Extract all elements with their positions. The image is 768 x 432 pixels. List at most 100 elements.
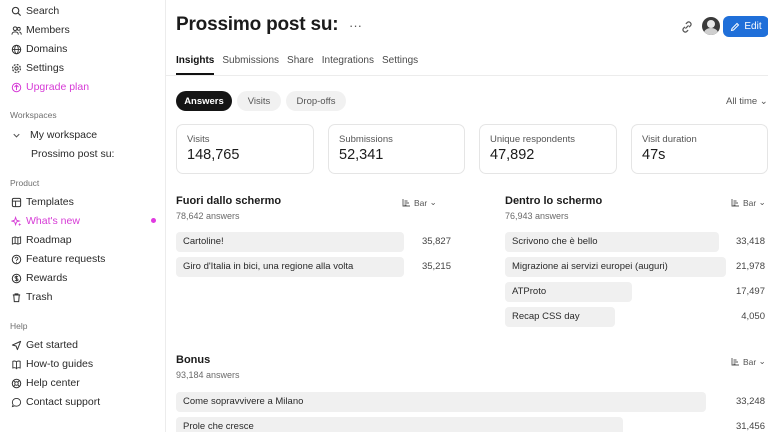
sidebar-item-label: Upgrade plan bbox=[26, 81, 90, 93]
chevron-down-icon bbox=[10, 129, 22, 141]
answer-label: ATProto bbox=[512, 286, 547, 297]
answer-label: Scrivono che è bello bbox=[512, 236, 598, 247]
workspace-name: My workspace bbox=[30, 129, 98, 141]
stat-card-submissions: Submissions 52,341 bbox=[328, 124, 465, 174]
search-icon bbox=[10, 5, 22, 17]
stat-label: Visits bbox=[187, 134, 210, 145]
sidebar-item-label: How-to guides bbox=[26, 358, 94, 370]
product-section-label: Product bbox=[10, 178, 40, 188]
tab-insights[interactable]: Insights bbox=[176, 55, 215, 75]
sidebar-item-search[interactable]: Search bbox=[10, 2, 59, 20]
sidebar-item-upgrade-plan[interactable]: Upgrade plan bbox=[10, 78, 89, 96]
chart-type-select[interactable]: Bar ⌄ bbox=[731, 356, 766, 367]
form-name: Prossimo post su: bbox=[31, 148, 115, 160]
sidebar-item-label: Roadmap bbox=[26, 234, 72, 246]
sidebar-item-roadmap[interactable]: Roadmap bbox=[10, 231, 72, 249]
stat-label: Submissions bbox=[339, 134, 393, 145]
sidebar-item-feature-requests[interactable]: Feature requests bbox=[10, 250, 105, 268]
tab-settings[interactable]: Settings bbox=[382, 55, 418, 75]
book-icon bbox=[10, 358, 22, 370]
upgrade-icon bbox=[10, 81, 22, 93]
filter-drop-offs[interactable]: Drop-offs bbox=[286, 91, 346, 111]
sidebar-item-label: What's new bbox=[26, 215, 80, 227]
answer-count: 21,978 bbox=[735, 261, 765, 272]
tab-submissions[interactable]: Submissions bbox=[222, 55, 279, 75]
sidebar-form-item[interactable]: Prossimo post su: bbox=[31, 145, 114, 163]
answer-row: Come sopravvivere a Milano 33,248 bbox=[176, 392, 765, 412]
sidebar-item-whats-new[interactable]: What's new bbox=[10, 212, 80, 230]
answer-count: 4,050 bbox=[741, 311, 765, 322]
tab-share[interactable]: Share bbox=[287, 55, 314, 75]
gear-icon bbox=[10, 62, 22, 74]
tab-divider bbox=[166, 75, 768, 76]
stat-value: 148,765 bbox=[187, 147, 240, 163]
stat-label: Visit duration bbox=[642, 134, 697, 145]
question-answer-count: 93,184 answers bbox=[176, 370, 240, 380]
tab-bar: Insights Submissions Share Integrations … bbox=[176, 55, 426, 75]
answer-count: 17,497 bbox=[735, 286, 765, 297]
lightbulb-icon bbox=[10, 253, 22, 265]
sidebar-item-trash[interactable]: Trash bbox=[10, 288, 52, 306]
sidebar-item-label: Domains bbox=[26, 43, 68, 55]
help-section-label: Help bbox=[10, 321, 28, 331]
question-answer-count: 76,943 answers bbox=[505, 211, 569, 221]
time-range-select[interactable]: All time ⌄ bbox=[726, 96, 768, 107]
edit-button[interactable]: Edit bbox=[723, 16, 768, 37]
new-indicator-dot bbox=[151, 218, 156, 223]
sidebar-item-help-center[interactable]: Help center bbox=[10, 374, 80, 392]
workspaces-section-label: Workspaces bbox=[10, 110, 57, 120]
dollar-icon bbox=[10, 272, 22, 284]
question-title: Dentro lo schermo bbox=[505, 195, 603, 207]
sidebar-item-rewards[interactable]: Rewards bbox=[10, 269, 67, 287]
answer-count: 31,456 bbox=[735, 421, 765, 432]
globe-icon bbox=[10, 43, 22, 55]
avatar[interactable] bbox=[702, 17, 720, 35]
sidebar-item-get-started[interactable]: Get started bbox=[10, 336, 78, 354]
map-icon bbox=[10, 234, 22, 246]
link-icon bbox=[682, 21, 692, 33]
sidebar-item-templates[interactable]: Templates bbox=[10, 193, 74, 211]
sidebar-item-label: Get started bbox=[26, 339, 78, 351]
sidebar-item-how-to-guides[interactable]: How-to guides bbox=[10, 355, 93, 373]
answer-count: 35,215 bbox=[421, 261, 451, 272]
sidebar-item-domains[interactable]: Domains bbox=[10, 40, 67, 58]
time-range-label: All time bbox=[726, 96, 758, 107]
stat-value: 47,892 bbox=[490, 147, 535, 163]
stat-card-visit-duration: Visit duration 47s bbox=[631, 124, 768, 174]
answer-row: Scrivono che è bello 33,418 bbox=[505, 232, 765, 252]
tab-integrations[interactable]: Integrations bbox=[322, 55, 374, 75]
answer-row: ATProto 17,497 bbox=[505, 282, 765, 302]
bar-chart-icon bbox=[402, 199, 410, 207]
sidebar-item-label: Templates bbox=[26, 196, 74, 208]
workspace-toggle[interactable]: My workspace bbox=[10, 126, 97, 144]
question-title: Bonus bbox=[176, 354, 211, 366]
chart-type-select[interactable]: Bar ⌄ bbox=[731, 197, 766, 208]
bar-chart-icon bbox=[731, 358, 739, 366]
answer-label: Migrazione ai servizi europei (auguri) bbox=[512, 261, 668, 272]
sidebar-item-label: Settings bbox=[26, 62, 64, 74]
filter-visits[interactable]: Visits bbox=[237, 91, 281, 111]
copy-link-button[interactable] bbox=[679, 19, 695, 35]
sidebar-item-label: Search bbox=[26, 5, 60, 17]
answer-row: Migrazione ai servizi europei (auguri) 2… bbox=[505, 257, 765, 277]
more-options-button[interactable]: ··· bbox=[349, 18, 362, 33]
stat-card-visits: Visits 148,765 bbox=[176, 124, 314, 174]
sidebar-item-label: Rewards bbox=[26, 272, 68, 284]
answer-row: Recap CSS day 4,050 bbox=[505, 307, 765, 327]
chart-type-label: Bar bbox=[414, 197, 428, 208]
filter-answers[interactable]: Answers bbox=[176, 91, 232, 111]
answer-label: Come sopravvivere a Milano bbox=[183, 396, 304, 407]
stat-value: 47s bbox=[642, 147, 666, 163]
sidebar-item-label: Help center bbox=[26, 377, 80, 389]
answer-label: Cartoline! bbox=[183, 236, 224, 247]
sidebar-item-contact-support[interactable]: Contact support bbox=[10, 393, 100, 411]
chart-type-select[interactable]: Bar ⌄ bbox=[402, 197, 437, 208]
sidebar-item-label: Feature requests bbox=[26, 253, 106, 265]
sidebar-item-settings[interactable]: Settings bbox=[10, 59, 64, 77]
trash-icon bbox=[10, 291, 22, 303]
sidebar-item-members[interactable]: Members bbox=[10, 21, 70, 39]
chevron-down-icon: ⌄ bbox=[756, 197, 766, 207]
chevron-down-icon: ⌄ bbox=[759, 96, 768, 107]
answer-count: 35,827 bbox=[421, 236, 451, 247]
chevron-down-icon: ⌄ bbox=[427, 197, 437, 207]
